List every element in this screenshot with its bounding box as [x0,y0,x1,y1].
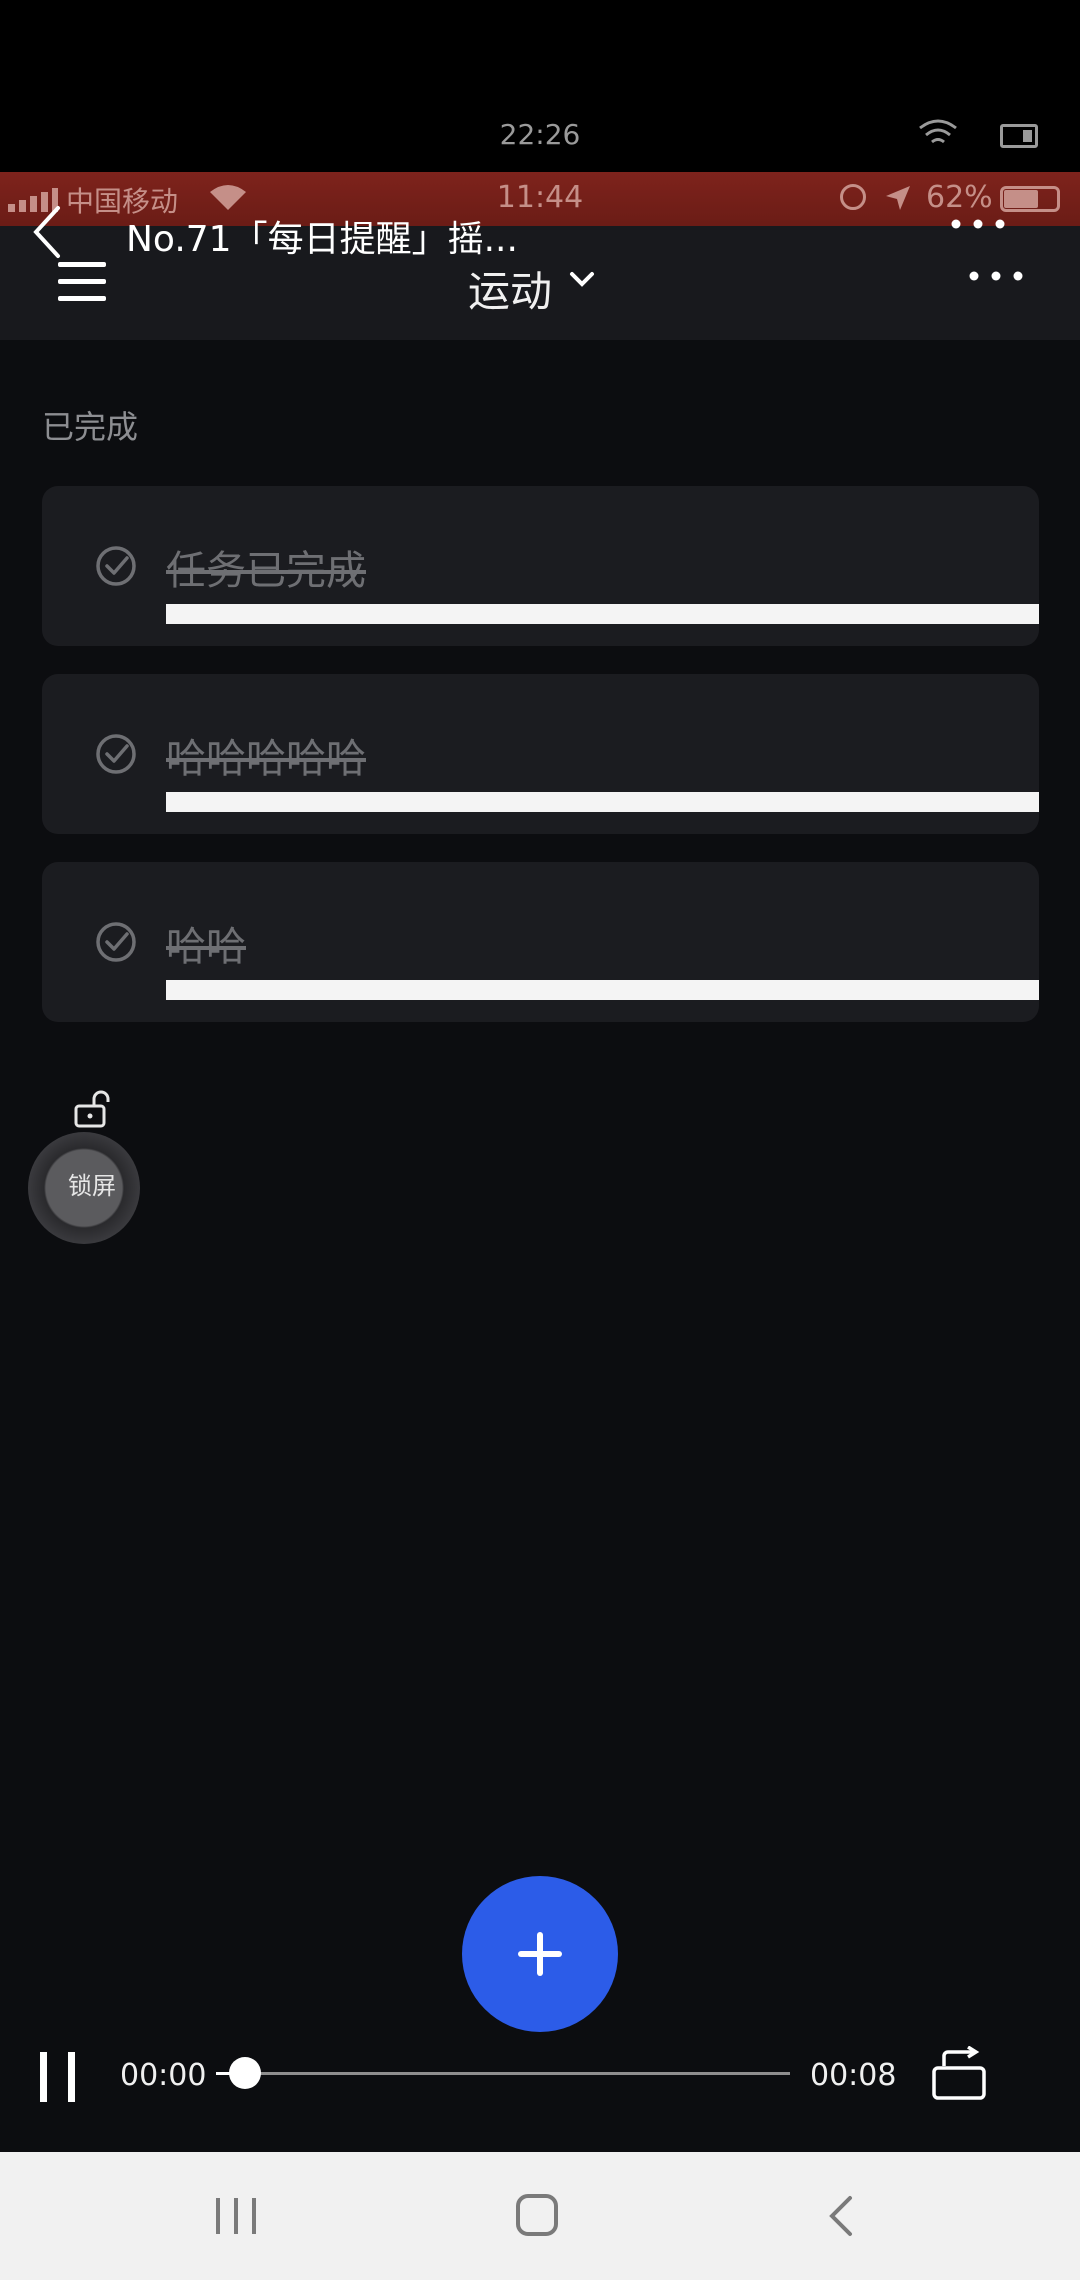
home-button[interactable] [516,2194,558,2236]
check-circle-icon[interactable] [94,732,138,776]
pause-icon[interactable] [38,2050,78,2104]
task-title: 哈哈 [166,924,246,970]
current-time: 00:00 [120,2058,207,2093]
wifi-icon [919,119,957,144]
redaction-bar [166,792,1039,812]
rotation-lock-icon [840,184,866,210]
chevron-down-icon[interactable] [568,268,596,290]
task-card[interactable]: 哈哈 [42,862,1039,1022]
more-icon[interactable] [968,270,1024,282]
redaction-bar [166,980,1039,1000]
unlock-icon[interactable] [72,1090,110,1128]
check-circle-icon[interactable] [94,920,138,964]
rotate-screen-icon[interactable] [930,2046,990,2102]
seek-track[interactable] [216,2072,790,2075]
more-icon[interactable] [950,218,1006,230]
battery-percent: 62% [926,180,993,215]
plus-icon [518,1951,562,1957]
menu-icon[interactable] [58,260,106,304]
location-icon [886,186,910,210]
task-card[interactable]: 任务已完成 [42,486,1039,646]
seek-thumb[interactable] [228,2057,261,2089]
lock-screen-label: 锁屏 [68,1172,116,1200]
total-time: 00:08 [810,2058,897,2093]
battery-level [1004,190,1038,208]
back-icon[interactable] [30,204,64,260]
battery-icon [1000,124,1038,148]
recent-apps-icon[interactable] [214,2196,258,2236]
check-circle-icon[interactable] [94,544,138,588]
task-title: 任务已完成 [166,548,366,594]
back-icon[interactable] [826,2194,856,2238]
video-title: No.71「每日提醒」摇... [126,219,518,260]
section-label: 已完成 [42,408,139,446]
task-title: 哈哈哈哈哈 [166,736,366,782]
task-card[interactable]: 哈哈哈哈哈 [42,674,1039,834]
redaction-bar [166,604,1039,624]
category-title[interactable]: 运动 [468,258,552,319]
